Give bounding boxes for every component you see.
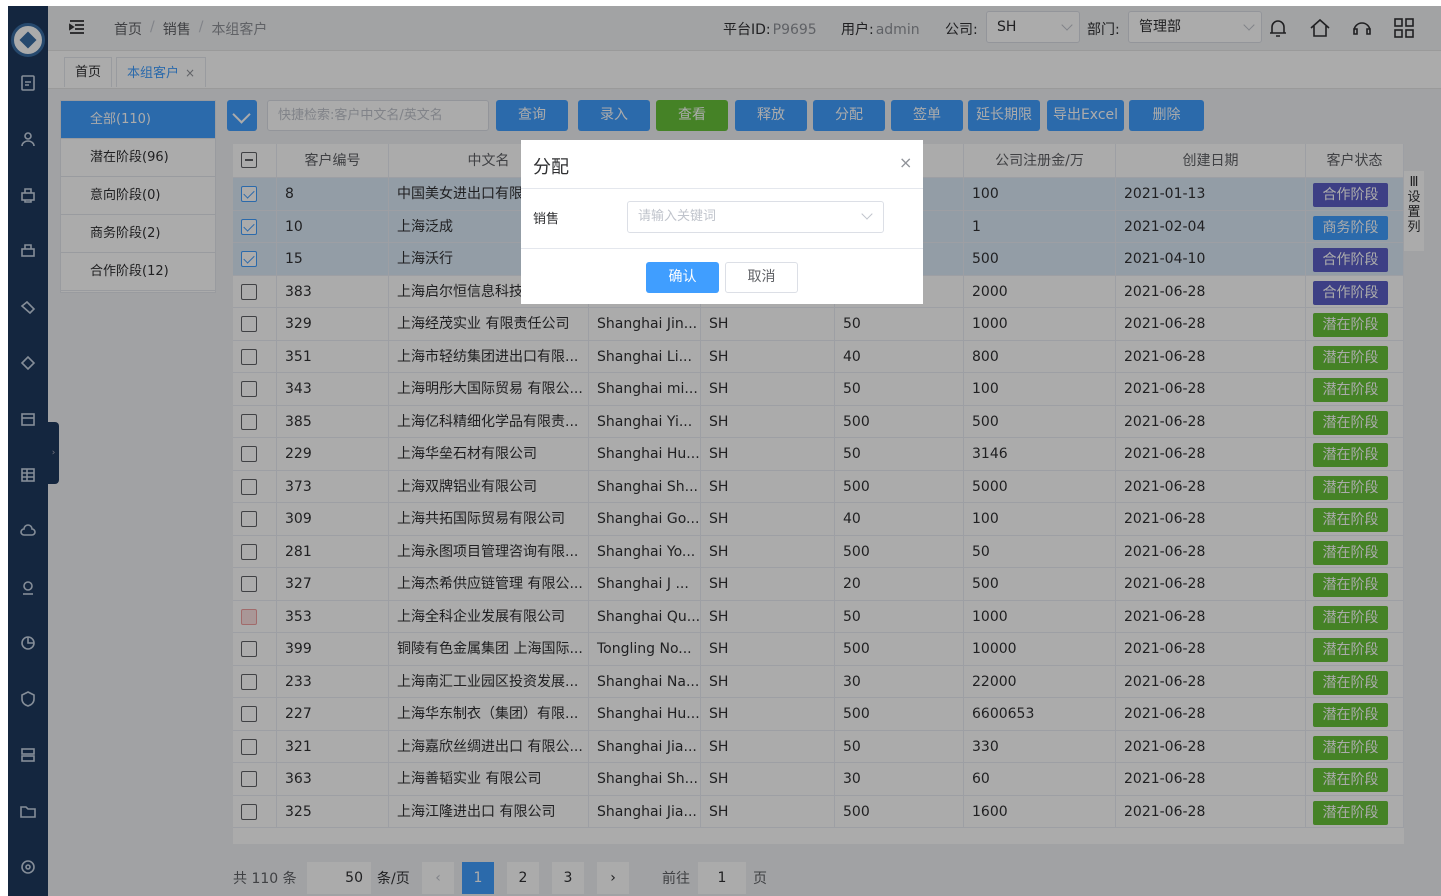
sales-select[interactable]: 请输入关键词 xyxy=(627,201,884,233)
sales-select-placeholder: 请输入关键词 xyxy=(638,209,717,224)
chevron-down-icon xyxy=(861,208,873,220)
close-icon[interactable]: × xyxy=(899,153,912,172)
dialog-title: 分配 xyxy=(533,157,569,178)
divider xyxy=(521,188,923,189)
sales-field-label: 销售 xyxy=(533,212,560,227)
assign-dialog: 分配 × 销售 请输入关键词 确认 取消 xyxy=(521,140,923,304)
confirm-button[interactable]: 确认 xyxy=(646,262,719,293)
cancel-button[interactable]: 取消 xyxy=(725,262,798,293)
app-frame: › 首页 / 销售 / 本组客户 平台ID: P9695 用户: admin 公司:… xyxy=(8,6,1441,896)
divider xyxy=(521,248,923,249)
